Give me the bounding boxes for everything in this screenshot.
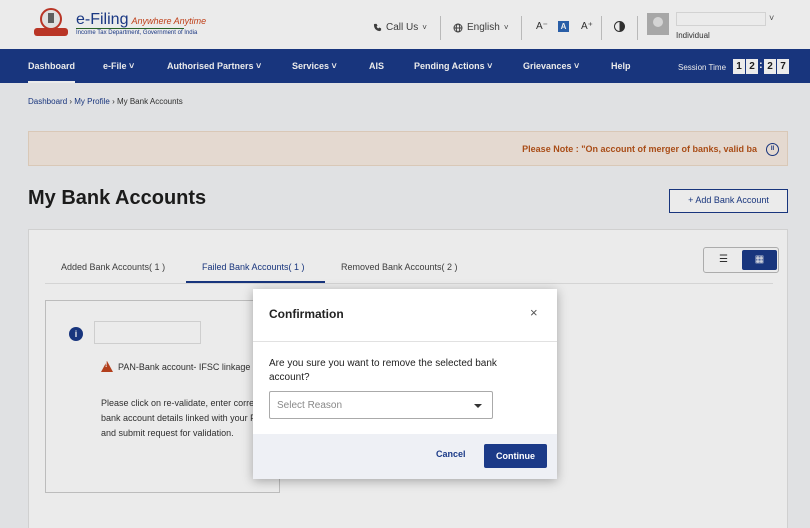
caret-down-icon [474, 404, 482, 408]
reason-select[interactable]: Select Reason [269, 391, 493, 419]
dialog-question: Are you sure you want to remove the sele… [269, 358, 497, 383]
continue-button[interactable]: Continue [484, 444, 547, 468]
reason-select-placeholder: Select Reason [277, 400, 343, 411]
dialog-title: Confirmation [269, 307, 344, 321]
dialog-footer: Cancel Continue [253, 434, 557, 479]
confirmation-dialog: Confirmation × Are you sure you want to … [253, 289, 557, 479]
close-icon[interactable]: × [530, 305, 538, 320]
cancel-button[interactable]: Cancel [436, 449, 466, 459]
dialog-divider [253, 341, 557, 342]
